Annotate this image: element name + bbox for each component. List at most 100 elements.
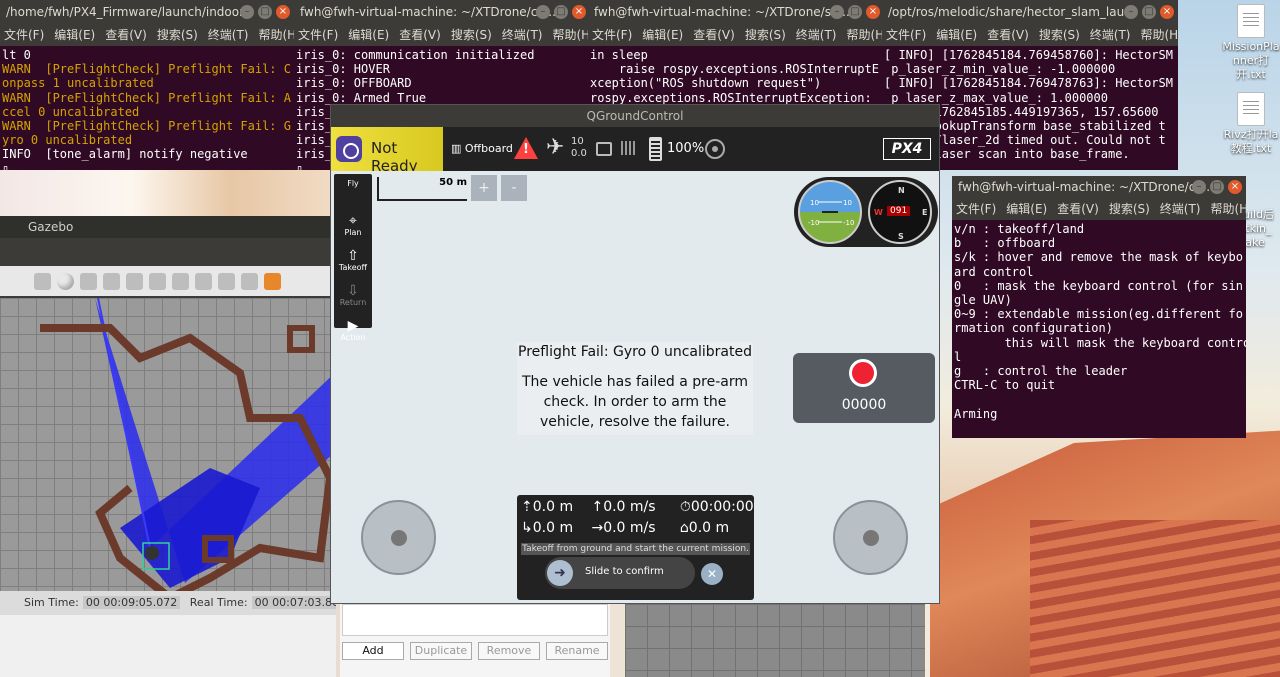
close-icon[interactable]: × <box>1160 5 1174 19</box>
menu-search[interactable]: 搜索(S) <box>745 28 786 42</box>
slide-to-confirm[interactable]: ➜ Slide to confirm <box>545 557 695 589</box>
menu-edit[interactable]: 编辑(E) <box>54 28 95 42</box>
copy-icon[interactable] <box>172 272 189 290</box>
maximize-icon[interactable]: □ <box>258 5 272 19</box>
close-icon[interactable]: × <box>572 5 586 19</box>
minimize-icon[interactable]: – <box>1192 180 1206 194</box>
gazebo-3d-view-2[interactable] <box>625 604 925 677</box>
menu-search[interactable]: 搜索(S) <box>1039 28 1080 42</box>
menu-help[interactable]: 帮助(H) <box>259 28 295 42</box>
sphere-shape-icon[interactable] <box>57 272 74 290</box>
menu-search[interactable]: 搜索(S) <box>1109 202 1150 216</box>
tool-plan[interactable]: ⌖ Plan <box>334 209 372 244</box>
terminal-px4[interactable]: /home/fwh/PX4_Firmware/launch/indoor... … <box>0 0 294 170</box>
minimize-icon[interactable]: – <box>1124 5 1138 19</box>
vehicle-status[interactable]: Not Ready <box>331 127 443 175</box>
box-shape-icon[interactable] <box>34 272 51 290</box>
menu-terminal[interactable]: 终端(T) <box>796 28 837 42</box>
menu-edit[interactable]: 编辑(E) <box>348 28 389 42</box>
qgc-logo-icon[interactable] <box>336 136 362 162</box>
menu-help[interactable]: 帮助(H) <box>1211 202 1247 216</box>
menu-edit[interactable]: 编辑(E) <box>1006 202 1047 216</box>
menu-terminal[interactable]: 终端(T) <box>208 28 249 42</box>
desktop-file-rviz[interactable]: Rivz打开la 教程.txt <box>1220 92 1280 156</box>
gazebo-window[interactable]: Gazebo Sim Time: 00 00:09:05.072 Real Tim… <box>0 216 336 677</box>
menu-view[interactable]: 查看(V) <box>693 28 735 42</box>
arrow-right-icon[interactable]: ➜ <box>547 560 573 586</box>
terminal-titlebar[interactable]: /home/fwh/PX4_Firmware/launch/indoor... … <box>0 0 294 24</box>
left-virtual-joystick[interactable] <box>361 500 436 575</box>
cylinder-shape-icon[interactable] <box>80 272 97 290</box>
close-icon[interactable]: × <box>866 5 880 19</box>
tool-return[interactable]: ⇩ Return <box>334 279 372 314</box>
menu-file[interactable]: 文件(F) <box>4 28 44 42</box>
rename-button[interactable]: Rename <box>546 642 608 660</box>
change-view-icon[interactable] <box>264 272 281 290</box>
minimize-icon[interactable]: – <box>830 5 844 19</box>
menu-terminal[interactable]: 终端(T) <box>1090 28 1131 42</box>
terminal-keyboard-control[interactable]: fwh@fwh-virtual-machine: ~/XTDrone/co...… <box>952 176 1246 438</box>
fly-view-map[interactable]: Fly ⌖ Plan ⇧ Takeoff ⇩ Return ▶ Action 50 m … <box>331 171 939 603</box>
gps-lock-icon[interactable] <box>705 139 725 159</box>
maximize-icon[interactable]: □ <box>848 5 862 19</box>
cancel-icon[interactable]: ✕ <box>701 563 723 585</box>
remove-button[interactable]: Remove <box>478 642 540 660</box>
close-icon[interactable]: × <box>276 5 290 19</box>
directional-light-icon[interactable] <box>149 272 166 290</box>
menu-terminal[interactable]: 终端(T) <box>502 28 543 42</box>
menu-edit[interactable]: 编辑(E) <box>936 28 977 42</box>
maximize-icon[interactable]: □ <box>554 5 568 19</box>
warning-icon[interactable] <box>514 137 538 159</box>
rc-icon[interactable] <box>596 142 612 156</box>
minimize-icon[interactable]: – <box>536 5 550 19</box>
record-button[interactable] <box>849 359 877 387</box>
tool-fly[interactable]: Fly <box>334 174 372 209</box>
minimize-icon[interactable]: – <box>240 5 254 19</box>
qgroundcontrol-window[interactable]: QGroundControl Not Ready ▥ Offboard ✈ 10… <box>330 104 940 604</box>
spot-light-icon[interactable] <box>126 272 143 290</box>
menu-view[interactable]: 查看(V) <box>987 28 1029 42</box>
maximize-icon[interactable]: □ <box>1210 180 1224 194</box>
tool-action[interactable]: ▶ Action <box>334 314 372 349</box>
menu-help[interactable]: 帮助(H) <box>1141 28 1179 42</box>
menu-help[interactable]: 帮助(H) <box>553 28 591 42</box>
terminal-titlebar[interactable]: fwh@fwh-virtual-machine: ~/XTDrone/co...… <box>952 176 1246 198</box>
menu-file[interactable]: 文件(F) <box>592 28 632 42</box>
menu-view[interactable]: 查看(V) <box>105 28 147 42</box>
model-list[interactable] <box>342 604 608 636</box>
menu-file[interactable]: 文件(F) <box>956 202 996 216</box>
desktop-file-missionplanner[interactable]: MissionPla nner打开.txt <box>1220 4 1280 82</box>
terminal-titlebar[interactable]: /opt/ros/melodic/share/hector_slam_lau..… <box>882 0 1178 24</box>
menu-file[interactable]: 文件(F) <box>886 28 926 42</box>
tool-takeoff[interactable]: ⇧ Takeoff <box>334 244 372 279</box>
point-light-icon[interactable] <box>103 272 120 290</box>
snap-icon[interactable] <box>241 272 258 290</box>
menu-view[interactable]: 查看(V) <box>399 28 441 42</box>
menu-view[interactable]: 查看(V) <box>1057 202 1099 216</box>
menu-edit[interactable]: 编辑(E) <box>642 28 683 42</box>
maximize-icon[interactable]: □ <box>1142 5 1156 19</box>
menu-search[interactable]: 搜索(S) <box>451 28 492 42</box>
zoom-out-button[interactable]: - <box>501 175 527 201</box>
terminal-output[interactable]: v/n : takeoff/land b : offboard s/k : hove… <box>952 220 1246 423</box>
menu-help[interactable]: 帮助(H) <box>847 28 885 42</box>
zoom-in-button[interactable]: + <box>471 175 497 201</box>
paste-icon[interactable] <box>195 272 212 290</box>
close-icon[interactable]: × <box>1228 180 1242 194</box>
battery-icon[interactable] <box>649 137 662 161</box>
satellite-icon[interactable]: ✈ <box>546 137 564 159</box>
terminal-output[interactable]: lt 0 WARN [PreFlightCheck] Preflight Fail… <box>0 46 294 170</box>
flight-mode-selector[interactable]: ▥ Offboard <box>451 142 513 155</box>
signal-icon[interactable] <box>621 141 635 155</box>
align-icon[interactable] <box>218 272 235 290</box>
duplicate-button[interactable]: Duplicate <box>410 642 472 660</box>
menu-terminal[interactable]: 终端(T) <box>1160 202 1201 216</box>
terminal-titlebar[interactable]: fwh@fwh-virtual-machine: ~/XTDrone/se...… <box>588 0 884 24</box>
add-button[interactable]: Add <box>342 642 404 660</box>
terminal-output[interactable]: in sleep raise rospy.exceptions.ROSInter… <box>588 46 884 107</box>
menu-search[interactable]: 搜索(S) <box>157 28 198 42</box>
gazebo-3d-view[interactable] <box>0 298 336 598</box>
right-virtual-joystick[interactable] <box>833 500 908 575</box>
terminal-titlebar[interactable]: fwh@fwh-virtual-machine: ~/XTDrone/co...… <box>294 0 590 24</box>
menu-file[interactable]: 文件(F) <box>298 28 338 42</box>
